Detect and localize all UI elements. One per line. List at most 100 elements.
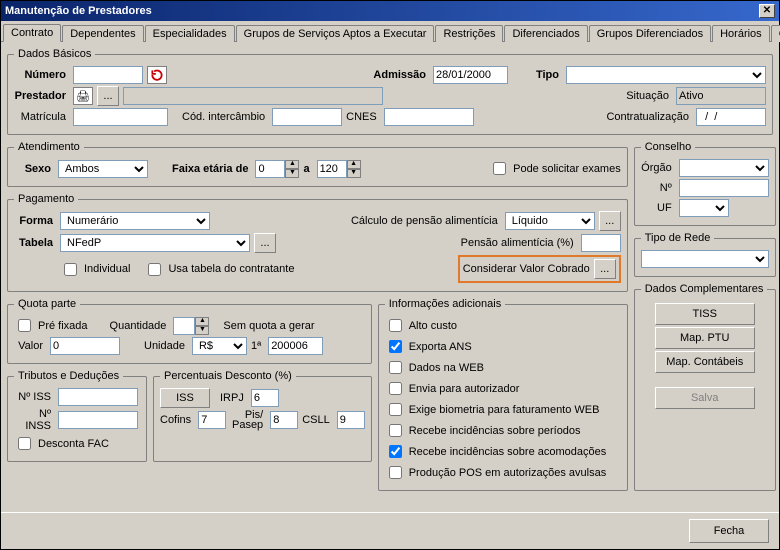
input-numero[interactable] — [73, 66, 143, 84]
printer-icon: 🖨 — [76, 90, 90, 103]
button-map-contabeis[interactable]: Map. Contábeis — [655, 351, 755, 373]
label-prestador: Prestador — [14, 90, 69, 102]
checkbox-pode-solicitar[interactable]: Pode solicitar exames — [489, 159, 621, 178]
checkbox-exige-biometria[interactable]: Exige biometria para faturamento WEB — [385, 400, 600, 419]
input-admissao[interactable] — [433, 66, 508, 84]
group-complementares: Dados Complementares TISS Map. PTU Map. … — [634, 283, 776, 491]
checkbox-individual[interactable]: Individual — [60, 260, 130, 279]
calculo-browse-button[interactable]: ... — [599, 211, 621, 231]
tab-restricoes[interactable]: Restrições — [435, 25, 503, 42]
tab-contrato[interactable]: Contrato — [3, 24, 61, 42]
input-prestador-nome — [123, 87, 383, 105]
chevron-down-icon[interactable]: ▼ — [285, 169, 299, 178]
button-tiss[interactable]: TISS — [655, 303, 755, 325]
input-cofins[interactable] — [198, 411, 226, 429]
input-matricula[interactable] — [73, 108, 168, 126]
select-tipo-rede[interactable] — [641, 250, 769, 268]
input-n-iss[interactable] — [58, 388, 138, 406]
tab-grupos-diferenciados[interactable]: Grupos Diferenciados — [589, 25, 711, 42]
label-cofins: Cofins — [160, 414, 194, 426]
checkbox-recebe-periodos[interactable]: Recebe incidências sobre períodos — [385, 421, 581, 440]
chevron-down-icon[interactable]: ▼ — [195, 326, 209, 335]
input-valor[interactable] — [50, 337, 120, 355]
group-informacoes-adicionais: Informações adicionais Alto custo Export… — [378, 298, 628, 491]
checkbox-desconta-fac[interactable]: Desconta FAC — [14, 434, 109, 453]
label-conselho-n: Nº — [641, 182, 675, 194]
window-title: Manutenção de Prestadores — [5, 5, 152, 17]
label-pis: Pis/ Pasep — [230, 410, 266, 430]
chevron-up-icon[interactable]: ▲ — [285, 160, 299, 169]
input-pis[interactable] — [270, 411, 298, 429]
checkbox-usa-tabela-contratante[interactable]: Usa tabela do contratante — [144, 260, 294, 279]
input-faixa-max[interactable] — [317, 160, 347, 178]
printer-button[interactable]: 🖨 — [73, 87, 93, 105]
prestador-browse-button[interactable]: ... — [97, 86, 119, 106]
input-cnes[interactable] — [384, 108, 474, 126]
chevron-up-icon[interactable]: ▲ — [347, 160, 361, 169]
checkbox-alto-custo[interactable]: Alto custo — [385, 316, 457, 335]
input-contratualizacao[interactable] — [696, 108, 766, 126]
checkbox-producao-pos[interactable]: Produção POS em autorizações avulsas — [385, 463, 607, 482]
chevron-down-icon[interactable]: ▼ — [347, 169, 361, 178]
group-atendimento: Atendimento Sexo Ambos Faixa etária de ▲… — [7, 141, 628, 187]
group-pagamento: Pagamento Forma Numerário Cálculo de pen… — [7, 193, 628, 292]
input-csll[interactable] — [337, 411, 365, 429]
label-numero: Número — [14, 69, 69, 81]
checkbox-exporta-ans[interactable]: Exporta ANS — [385, 337, 472, 356]
select-forma[interactable]: Numerário — [60, 212, 210, 230]
input-irpj[interactable] — [251, 389, 279, 407]
tabela-browse-button[interactable]: ... — [254, 233, 276, 253]
checkbox-envia-autorizador[interactable]: Envia para autorizador — [385, 379, 520, 398]
select-orgao[interactable] — [679, 159, 769, 177]
chevron-up-icon[interactable]: ▲ — [195, 317, 209, 326]
spinner-quantidade[interactable]: ▲▼ — [173, 317, 209, 335]
input-pensao-pct[interactable] — [581, 234, 621, 252]
label-sem-quota: Sem quota a gerar — [223, 320, 317, 332]
close-button[interactable]: ✕ — [759, 4, 775, 18]
select-calculo-pensao[interactable]: Líquido — [505, 212, 595, 230]
legend-quota: Quota parte — [14, 298, 80, 310]
input-situacao — [676, 87, 766, 105]
select-uf[interactable] — [679, 199, 729, 217]
legend-atendimento: Atendimento — [14, 141, 84, 153]
select-sexo[interactable]: Ambos — [58, 160, 148, 178]
button-fecha[interactable]: Fecha — [689, 519, 769, 543]
button-iss[interactable]: ISS — [160, 388, 210, 408]
spinner-faixa-max[interactable]: ▲▼ — [317, 160, 361, 178]
tab-especialidades[interactable]: Especialidades — [145, 25, 235, 42]
tab-diferenciados[interactable]: Diferenciados — [504, 25, 587, 42]
group-tipo-rede: Tipo de Rede — [634, 232, 776, 277]
refresh-button[interactable] — [147, 66, 167, 84]
select-unidade[interactable]: R$ — [192, 337, 247, 355]
tab-dependentes[interactable]: Dependentes — [62, 25, 143, 42]
button-map-ptu[interactable]: Map. PTU — [655, 327, 755, 349]
tab-horarios[interactable]: Horários — [712, 25, 770, 42]
label-faixa-etaria: Faixa etária de — [172, 163, 251, 175]
label-quantidade: Quantidade — [110, 320, 170, 332]
tab-bar: Contrato Dependentes Especialidades Grup… — [1, 21, 779, 42]
select-tipo[interactable] — [566, 66, 766, 84]
checkbox-dados-web[interactable]: Dados na WEB — [385, 358, 484, 377]
input-conselho-n[interactable] — [679, 179, 769, 197]
input-faixa-min[interactable] — [255, 160, 285, 178]
input-primeira[interactable] — [268, 337, 323, 355]
footer: Fecha — [1, 512, 779, 549]
input-quantidade[interactable] — [173, 317, 195, 335]
tab-grupos-servicos[interactable]: Grupos de Serviços Aptos a Executar — [236, 25, 435, 42]
label-sexo: Sexo — [14, 163, 54, 175]
input-n-inss[interactable] — [58, 411, 138, 429]
label-csll: CSLL — [302, 414, 333, 426]
tab-conc[interactable]: Conc — [771, 25, 780, 42]
button-salva: Salva — [655, 387, 755, 409]
checkbox-recebe-acomodacoes[interactable]: Recebe incidências sobre acomodações — [385, 442, 607, 461]
considerar-browse-button[interactable]: ... — [594, 259, 616, 279]
legend-tributos: Tributos e Deduções — [14, 370, 123, 382]
label-valor: Valor — [14, 340, 46, 352]
highlight-considerar-valor: Considerar Valor Cobrado ... — [458, 255, 621, 283]
select-tabela[interactable]: NFedP — [60, 234, 250, 252]
checkbox-pre-fixada[interactable]: Pré fixada — [14, 316, 88, 335]
tab-body: Dados Básicos Número Admissão Tipo Prest… — [1, 42, 779, 512]
input-cod-intercambio[interactable] — [272, 108, 342, 126]
label-matricula: Matrícula — [14, 111, 69, 123]
spinner-faixa-min[interactable]: ▲▼ — [255, 160, 299, 178]
